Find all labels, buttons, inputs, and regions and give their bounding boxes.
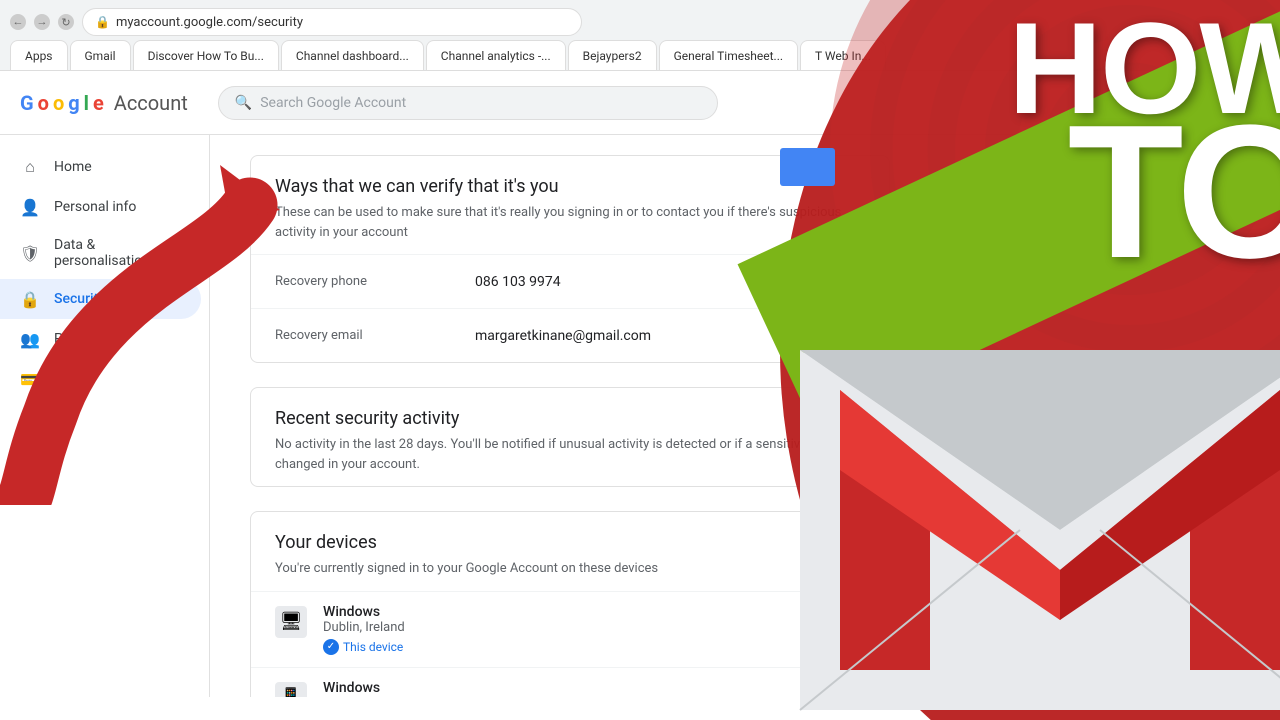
verify-section: Ways that we can verify that it's you Th… xyxy=(250,155,890,363)
search-box[interactable]: 🔍 Search Google Account xyxy=(218,86,718,120)
lock-icon: 🔒 xyxy=(95,15,110,29)
devices-desc: You're currently signed in to your Googl… xyxy=(275,559,865,579)
recovery-email-row[interactable]: Recovery email margaretkinane@gmail.com … xyxy=(251,308,889,362)
devices-title: Your devices xyxy=(275,532,865,553)
device-icon-windows1: 🖥 xyxy=(275,606,307,638)
browser-top: ← → ↻ 🔒 myaccount.google.com/security xyxy=(0,0,1280,36)
security-icon: 🔒 xyxy=(20,289,40,309)
address-bar[interactable]: 🔒 myaccount.google.com/security xyxy=(82,8,582,36)
tab-channel-analytics[interactable]: Channel analytics -... xyxy=(426,40,566,70)
device-location-windows2: Dublin, Ireland - 13:54 xyxy=(323,696,844,698)
home-icon: ⌂ xyxy=(20,157,40,177)
sidebar-item-people[interactable]: 👥 People xyxy=(0,319,201,359)
device-item-windows2[interactable]: 📱 Windows Dublin, Ireland - 13:54 › xyxy=(251,667,889,698)
sidebar-item-security[interactable]: 🔒 Security xyxy=(0,279,201,319)
person-icon: 👤 xyxy=(20,197,40,217)
verify-title: Ways that we can verify that it's you xyxy=(275,176,865,197)
content-area: ⌂ Home 👤 Personal info 🛡 Data & personal… xyxy=(0,135,1280,697)
google-logo: Google xyxy=(20,91,104,115)
account-title: Account xyxy=(114,91,188,115)
tab-discover[interactable]: Discover How To Bu... xyxy=(133,40,279,70)
device-icon-windows2: 📱 xyxy=(275,682,307,698)
sidebar-label-security: Security xyxy=(54,291,105,307)
forward-button[interactable]: → xyxy=(34,14,50,30)
tab-bejaypers[interactable]: Bejaypers2 xyxy=(568,40,657,70)
back-button[interactable]: ← xyxy=(10,14,26,30)
payments-icon: 💳 xyxy=(20,369,40,389)
email-row-arrow: › xyxy=(860,325,865,346)
sidebar-item-home[interactable]: ⌂ Home xyxy=(0,147,201,187)
tab-channel-dash[interactable]: Channel dashboard... xyxy=(281,40,424,70)
app-container: Google Account 🔍 Search Google Account ⌂… xyxy=(0,71,1280,697)
activity-desc: No activity in the last 28 days. You'll … xyxy=(275,435,865,474)
device-name-windows2: Windows xyxy=(323,680,844,696)
recovery-email-value: margaretkinane@gmail.com xyxy=(475,328,860,344)
sidebar-item-personal[interactable]: 👤 Personal info xyxy=(0,187,201,227)
sidebar-item-data[interactable]: 🛡 Data & personalisation xyxy=(0,227,201,279)
device1-arrow: › xyxy=(860,604,865,625)
device2-arrow: › xyxy=(860,680,865,698)
activity-title: Recent security activity xyxy=(275,408,865,429)
verify-header: Ways that we can verify that it's you Th… xyxy=(251,156,889,254)
sidebar-item-payments[interactable]: 💳 P... xyxy=(0,359,201,399)
people-icon: 👥 xyxy=(20,329,40,349)
url-text: myaccount.google.com/security xyxy=(116,15,303,30)
phone-row-arrow: › xyxy=(860,271,865,292)
tab-tweb[interactable]: T Web In... xyxy=(800,40,886,70)
sidebar: ⌂ Home 👤 Personal info 🛡 Data & personal… xyxy=(0,135,210,697)
main-content: Ways that we can verify that it's you Th… xyxy=(210,135,930,697)
tabs-bar: Apps Gmail Discover How To Bu... Channel… xyxy=(0,36,1280,70)
sidebar-label-data: Data & personalisation xyxy=(54,237,181,269)
recovery-phone-value: 086 103 9974 xyxy=(475,274,860,290)
device-info-windows2: Windows Dublin, Ireland - 13:54 xyxy=(323,680,844,698)
sidebar-label-personal: Personal info xyxy=(54,199,136,215)
this-device-text: This device xyxy=(343,640,403,654)
tab-timesheet[interactable]: General Timesheet... xyxy=(659,40,798,70)
device-location-windows1: Dublin, Ireland xyxy=(323,620,844,635)
device-item-windows1[interactable]: 🖥 Windows Dublin, Ireland ✓ This device … xyxy=(251,591,889,667)
devices-section: Your devices You're currently signed in … xyxy=(250,511,890,697)
tab-apps[interactable]: Apps xyxy=(10,40,68,70)
sidebar-label-people: People xyxy=(54,331,97,347)
device-badge-this: ✓ This device xyxy=(323,639,844,655)
recovery-phone-row[interactable]: Recovery phone 086 103 9974 › xyxy=(251,254,889,308)
device-info-windows1: Windows Dublin, Ireland ✓ This device xyxy=(323,604,844,655)
search-icon: 🔍 xyxy=(235,95,252,111)
recovery-phone-label: Recovery phone xyxy=(275,274,475,289)
badge-dot: ✓ xyxy=(323,639,339,655)
sidebar-label-payments: P... xyxy=(54,371,72,387)
data-icon: 🛡 xyxy=(20,243,40,263)
recovery-email-label: Recovery email xyxy=(275,328,475,343)
device-name-windows1: Windows xyxy=(323,604,844,620)
verify-desc: These can be used to make sure that it's… xyxy=(275,203,865,242)
recent-activity-section: Recent security activity No activity in … xyxy=(250,387,890,487)
refresh-button[interactable]: ↻ xyxy=(58,14,74,30)
browser-chrome: ← → ↻ 🔒 myaccount.google.com/security Ap… xyxy=(0,0,1280,71)
devices-header: Your devices You're currently signed in … xyxy=(251,512,889,591)
app-header: Google Account 🔍 Search Google Account xyxy=(0,71,1280,135)
sidebar-label-home: Home xyxy=(54,159,92,175)
activity-header: Recent security activity No activity in … xyxy=(251,388,889,486)
search-placeholder: Search Google Account xyxy=(260,95,406,111)
tab-gmail[interactable]: Gmail xyxy=(70,40,131,70)
